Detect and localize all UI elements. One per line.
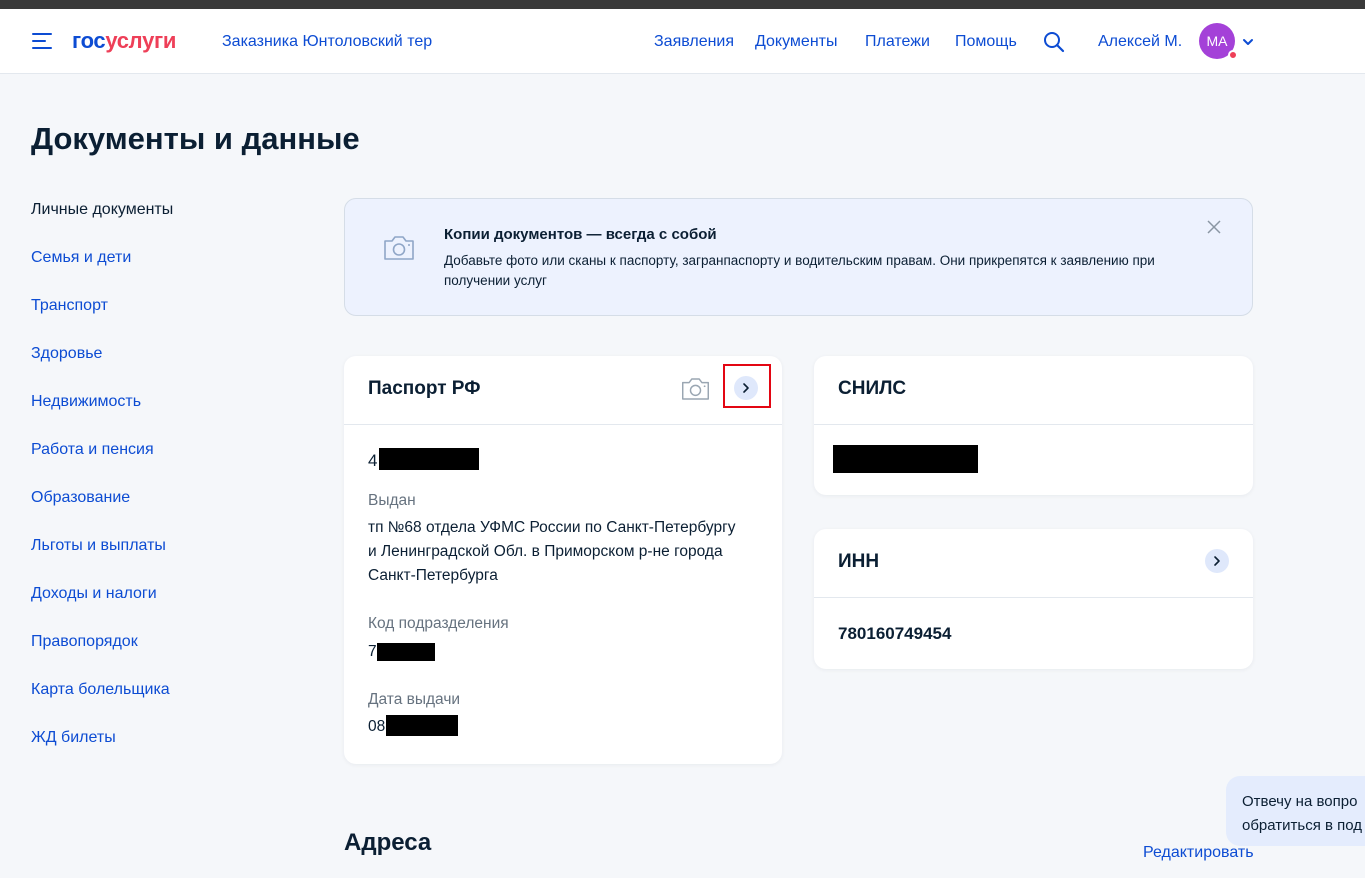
nav-documents[interactable]: Документы xyxy=(755,33,837,51)
camera-icon xyxy=(384,236,414,260)
chat-bubble[interactable]: Отвечу на вопро обратиться в под xyxy=(1226,776,1365,846)
chevron-right-icon xyxy=(1214,556,1220,566)
redaction xyxy=(833,445,978,473)
issued-by-line-1: тп №68 отдела УФМС России по Санкт-Петер… xyxy=(368,519,736,536)
issued-by-line-3: Санкт-Петербурга xyxy=(368,567,498,584)
edit-link[interactable]: Редактировать xyxy=(1143,844,1254,862)
sidebar-item-benefits[interactable]: Льготы и выплаты xyxy=(31,537,166,555)
user-name[interactable]: Алексей М. xyxy=(1098,33,1182,51)
sidebar-item-rail-tickets[interactable]: ЖД билеты xyxy=(31,729,116,747)
chevron-right-icon xyxy=(743,383,749,393)
passport-open-button[interactable] xyxy=(734,376,758,400)
inn-value: 780160749454 xyxy=(838,624,952,643)
menu-burger-icon[interactable] xyxy=(32,33,52,49)
sidebar-item-health[interactable]: Здоровье xyxy=(31,345,102,363)
addresses-title: Адреса xyxy=(344,829,432,856)
divider xyxy=(344,424,782,425)
divider xyxy=(814,424,1253,425)
issued-by-line-2: и Ленинградской Обл. в Приморском р-не г… xyxy=(368,543,723,560)
sidebar-item-income-taxes[interactable]: Доходы и налоги xyxy=(31,585,157,603)
nav-payments[interactable]: Платежи xyxy=(865,33,930,51)
camera-icon[interactable] xyxy=(680,376,711,402)
redaction xyxy=(379,448,479,470)
sidebar-item-family[interactable]: Семья и дети xyxy=(31,249,131,267)
issue-date-label: Дата выдачи xyxy=(368,691,461,708)
nav-applications[interactable]: Заявления xyxy=(654,33,734,51)
inn-card: ИНН 780160749454 xyxy=(814,529,1253,669)
passport-card: Паспорт РФ 4 Выдан тп №68 отдела УФМС Ро… xyxy=(344,356,782,764)
sidebar-item-personal-documents[interactable]: Личные документы xyxy=(31,201,173,219)
inn-open-button[interactable] xyxy=(1205,549,1229,573)
sidebar-item-real-estate[interactable]: Недвижимость xyxy=(31,393,141,411)
issue-date-value: 08 xyxy=(368,718,386,735)
issued-label: Выдан xyxy=(368,492,416,509)
close-icon[interactable] xyxy=(1206,219,1222,235)
chevron-down-icon[interactable] xyxy=(1241,35,1255,49)
sidebar-item-education[interactable]: Образование xyxy=(31,489,130,507)
gosuslugi-logo[interactable]: госуслуги xyxy=(72,28,176,54)
snils-card[interactable]: СНИЛС xyxy=(814,356,1253,495)
nav-help[interactable]: Помощь xyxy=(955,33,1017,51)
copies-banner: Копии документов — всегда с собой Добавь… xyxy=(344,198,1253,316)
top-header: госуслуги Заказника Юнтоловский тер Заяв… xyxy=(0,9,1365,74)
inn-title: ИНН xyxy=(838,551,880,572)
dept-code-value: 7 xyxy=(368,643,377,660)
chat-line: Отвечу на вопро xyxy=(1242,793,1358,810)
location-link[interactable]: Заказника Юнтоловский тер xyxy=(222,33,432,51)
passport-number: 4 xyxy=(368,451,378,470)
window-top-strip xyxy=(0,0,1365,9)
notification-dot xyxy=(1228,50,1238,60)
snils-title: СНИЛС xyxy=(838,378,907,399)
sidebar-item-work-pension[interactable]: Работа и пенсия xyxy=(31,441,154,459)
page-title: Документы и данные xyxy=(31,121,360,156)
banner-text: Добавьте фото или сканы к паспорту, загр… xyxy=(444,253,1155,288)
sidebar-item-transport[interactable]: Транспорт xyxy=(31,297,108,315)
passport-title: Паспорт РФ xyxy=(368,378,481,399)
banner-title: Копии документов — всегда с собой xyxy=(444,226,717,243)
divider xyxy=(814,597,1253,598)
sidebar-item-law[interactable]: Правопорядок xyxy=(31,633,138,651)
dept-code-label: Код подразделения xyxy=(368,615,509,632)
sidebar-item-fan-card[interactable]: Карта болельщика xyxy=(31,681,170,699)
search-icon[interactable] xyxy=(1043,31,1065,53)
redaction xyxy=(386,715,458,736)
chat-line: обратиться в под xyxy=(1242,817,1363,834)
redaction xyxy=(377,643,435,661)
